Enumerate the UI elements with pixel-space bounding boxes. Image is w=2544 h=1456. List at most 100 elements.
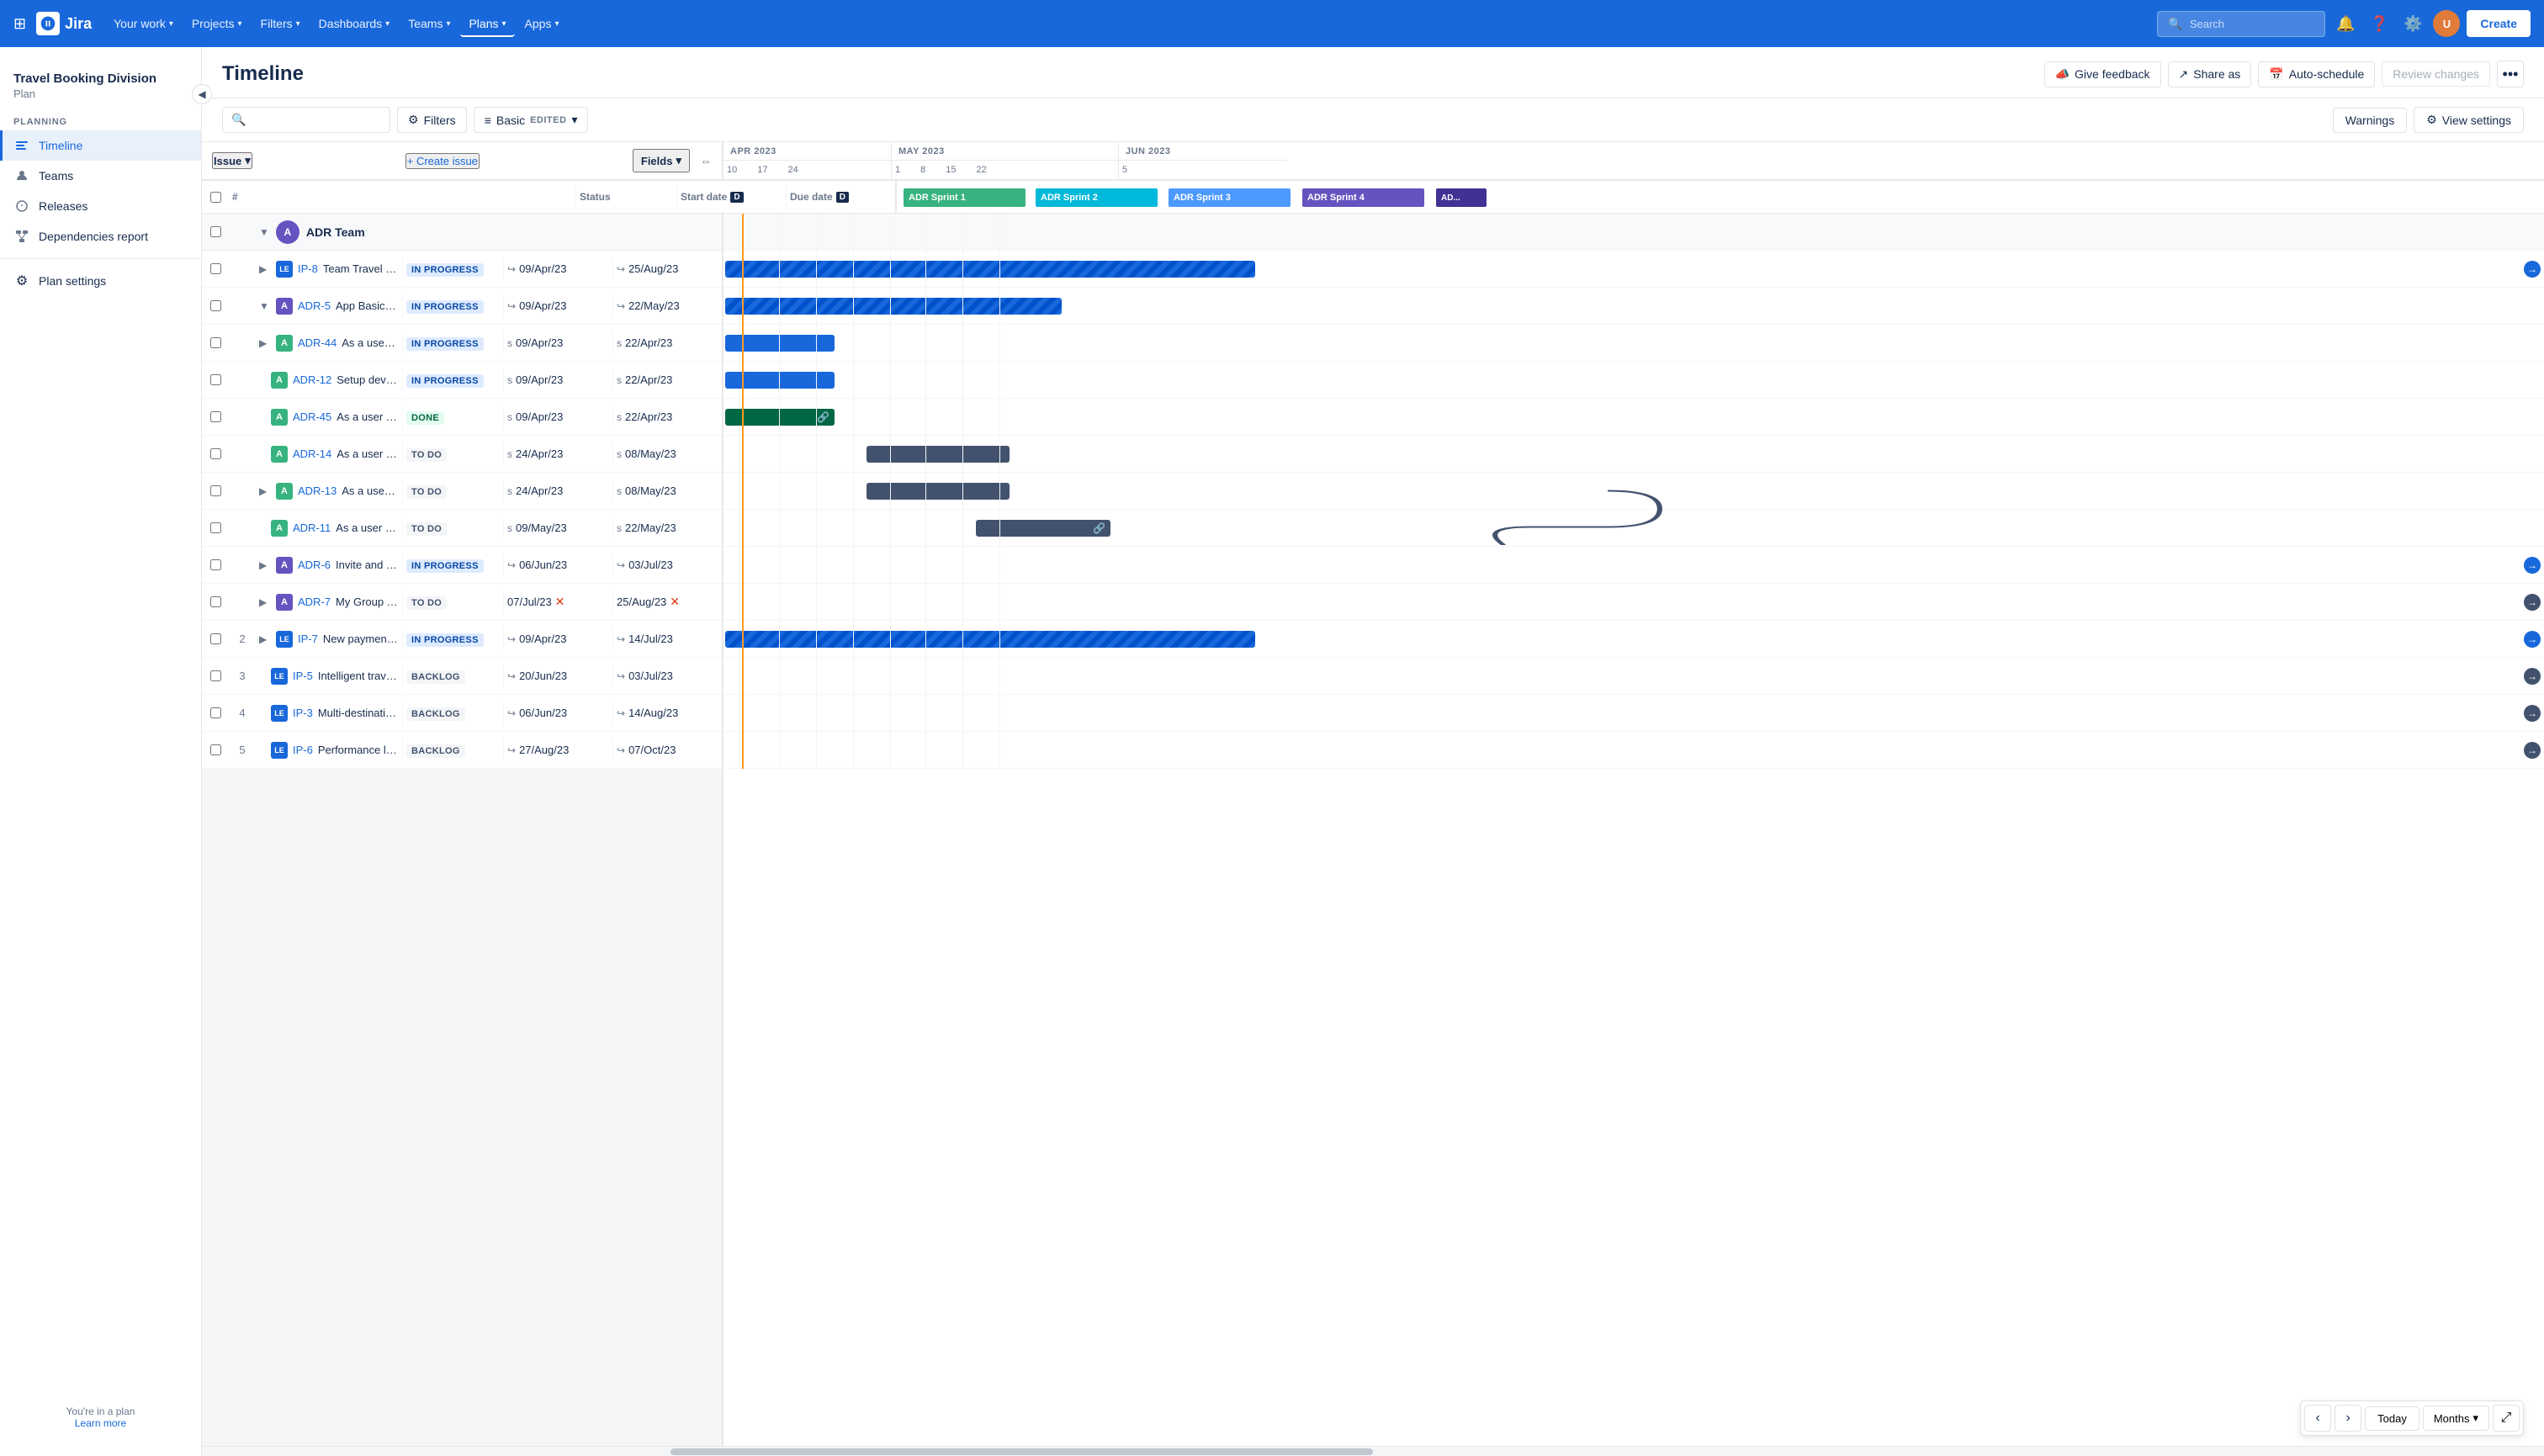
today-button[interactable]: Today [2365,1406,2419,1431]
issue-col-button[interactable]: Issue ▾ [212,152,252,169]
auto-schedule-button[interactable]: 📅 Auto-schedule [2258,61,2375,87]
expand-icon[interactable]: ▶ [259,633,271,645]
issue-link[interactable]: ADR-11 [293,522,331,534]
issue-link[interactable]: ADR-14 [293,447,331,460]
expand-icon[interactable]: ▼ [259,300,271,312]
review-changes-button[interactable]: Review changes [2382,61,2490,87]
expand-icon[interactable]: ▶ [259,559,271,571]
nav-your-work[interactable]: Your work ▾ [105,10,182,37]
settings-icon[interactable]: ⚙️ [2399,10,2426,37]
gantt-bar-adr13[interactable] [867,483,1010,500]
issue-link[interactable]: IP-7 [298,633,318,645]
row-checkbox[interactable] [210,670,221,681]
expand-icon[interactable]: ▶ [259,596,271,608]
fields-button[interactable]: Fields ▾ [633,149,690,172]
clear-due-icon[interactable]: ✕ [670,595,680,609]
gantt-bar-adr5[interactable] [725,298,1062,315]
row-checkbox[interactable] [210,596,221,607]
table-row: A ADR-11 As a user I can log i... TO DO … [202,510,722,547]
sidebar-item-timeline[interactable]: Timeline [0,130,201,161]
gantt-next-button[interactable]: › [2335,1405,2361,1432]
sidebar: Travel Booking Division Plan ◀ PLANNING … [0,47,202,1456]
row-checkbox[interactable] [210,337,221,348]
create-button[interactable]: Create [2467,10,2531,37]
search-input-box[interactable]: 🔍 [222,107,390,133]
nav-teams[interactable]: Teams ▾ [400,10,458,37]
issue-link[interactable]: IP-5 [293,670,313,682]
issue-link[interactable]: IP-6 [293,744,313,756]
issue-link[interactable]: ADR-6 [298,559,331,571]
issue-link[interactable]: IP-3 [293,707,313,719]
sidebar-item-releases[interactable]: Releases [0,191,201,221]
planning-section-label: PLANNING [0,107,201,130]
nav-plans[interactable]: Plans ▾ [460,10,514,37]
view-dropdown-button[interactable]: ≡ Basic EDITED ▾ [474,107,589,133]
project-name: Travel Booking Division [13,71,188,87]
row-checkbox[interactable] [210,522,221,533]
bottom-scrollbar[interactable] [202,1446,2544,1456]
issue-link[interactable]: IP-8 [298,262,318,275]
give-feedback-button[interactable]: 📣 Give feedback [2044,61,2161,87]
clear-start-icon[interactable]: ✕ [555,595,565,609]
create-issue-button[interactable]: + Create issue [405,153,480,169]
search-input[interactable] [251,114,381,127]
gantt-prev-button[interactable]: ‹ [2304,1405,2331,1432]
issue-title: Intelligent travel suggestions [318,670,399,682]
issue-link[interactable]: ADR-7 [298,596,331,608]
gantt-bar-ip7[interactable] [725,631,1255,648]
row-checkbox[interactable] [210,448,221,459]
issue-link[interactable]: ADR-13 [298,484,337,497]
expand-icon[interactable]: ▶ [259,485,271,497]
group-checkbox[interactable] [210,226,221,237]
row-checkbox[interactable] [210,744,221,755]
select-all-checkbox[interactable] [210,192,221,203]
help-icon[interactable]: ❓ [2366,10,2393,37]
sidebar-item-deps[interactable]: Dependencies report [0,221,201,251]
row-checkbox[interactable] [210,374,221,385]
gantt-bar-adr11[interactable]: 🔗 [976,520,1110,537]
more-options-button[interactable]: ••• [2497,61,2524,87]
nav-projects[interactable]: Projects ▾ [183,10,251,37]
row-checkbox[interactable] [210,411,221,422]
nav-dashboards[interactable]: Dashboards ▾ [310,10,399,37]
view-settings-button[interactable]: ⚙ View settings [2414,107,2524,133]
row-checkbox[interactable] [210,633,221,644]
gantt-arrow-ip8: → [2524,261,2541,278]
issue-link[interactable]: ADR-5 [298,299,331,312]
grid-icon[interactable]: ⊞ [13,15,26,33]
expand-icon[interactable]: ▶ [259,337,271,349]
row-checkbox[interactable] [210,485,221,496]
issue-link[interactable]: ADR-12 [293,373,331,386]
learn-more-link[interactable]: Learn more [75,1417,126,1429]
gantt-bar-ip8[interactable] [725,261,1255,278]
row-checkbox[interactable] [210,707,221,718]
row-checkbox[interactable] [210,559,221,570]
issue-title: New payment systems [323,633,399,645]
row-due: s 08/May/23 [612,442,722,465]
nav-apps[interactable]: Apps ▾ [517,10,568,37]
nav-filters[interactable]: Filters ▾ [252,10,309,37]
gantt-row-adr5 [723,288,2544,325]
sidebar-item-teams[interactable]: Teams [0,161,201,191]
expand-icon[interactable]: ▶ [259,263,271,275]
filters-button[interactable]: ⚙ Filters [397,107,467,133]
table-row: A ADR-45 As a user I can ena... DONE s 0… [202,399,722,436]
logo[interactable]: Jira [36,12,92,35]
row-checkbox[interactable] [210,263,221,274]
search-box[interactable]: 🔍 Search [2157,11,2325,37]
col-due-header: Due date D [786,184,895,209]
issue-link[interactable]: ADR-45 [293,410,331,423]
group-expand-icon[interactable]: ▼ [259,226,269,238]
months-dropdown-button[interactable]: Months ▾ [2423,1406,2489,1431]
notifications-icon[interactable]: 🔔 [2332,10,2359,37]
avatar[interactable]: U [2433,10,2460,37]
issue-link[interactable]: ADR-44 [298,336,337,349]
warnings-button[interactable]: Warnings [2333,108,2408,133]
fullscreen-button[interactable]: ⤢ [2493,1405,2520,1432]
sidebar-item-settings[interactable]: ⚙ Plan settings [0,266,201,296]
row-checkbox[interactable] [210,300,221,311]
resize-icon[interactable]: ⇔ [700,154,712,167]
page-title: Timeline [222,62,304,86]
gantt-bar-adr14[interactable] [867,446,1010,463]
share-as-button[interactable]: ↗ Share as [2168,61,2252,87]
